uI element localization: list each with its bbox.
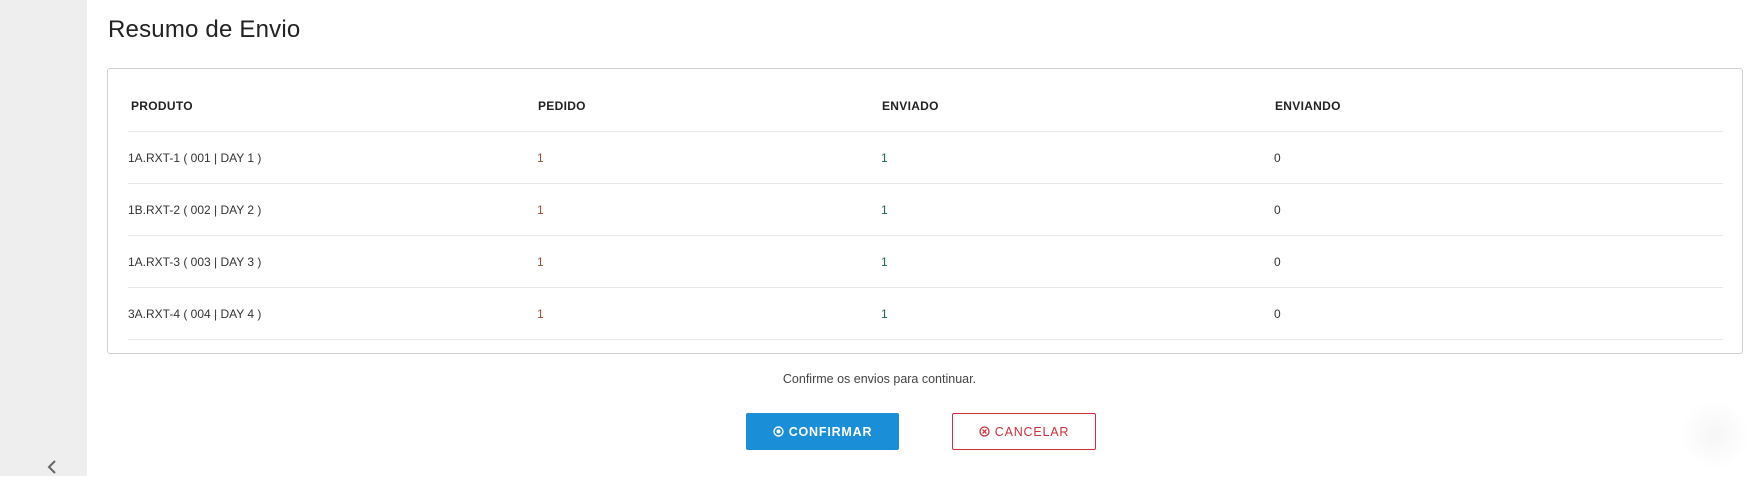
confirm-button-label: CONFIRMAR [788,424,873,439]
cell-enviado: 1 [881,150,888,165]
confirm-hint-text: Confirme os envios para continuar. [782,372,977,386]
cell-enviando: 0 [1274,306,1281,321]
column-header-enviado: ENVIADO [882,99,939,113]
cancel-button[interactable]: CANCELAR [952,413,1096,450]
floating-action-shadow [1680,400,1750,470]
cell-enviando: 0 [1274,150,1281,165]
table-row: 3A.RXT-4 ( 004 | DAY 4 ) 1 1 0 [128,288,1723,340]
cell-enviando: 0 [1274,202,1281,217]
cell-pedido: 1 [537,202,544,217]
cell-produto: 1A.RXT-1 ( 001 | DAY 1 ) [128,150,262,165]
cell-enviado: 1 [881,254,888,269]
cell-enviando: 0 [1274,254,1281,269]
cell-pedido: 1 [537,306,544,321]
page-title: Resumo de Envio [108,16,301,43]
shipping-summary-card: PRODUTO PEDIDO ENVIADO ENVIANDO 1A.RXT-1… [107,68,1743,354]
cancel-button-label: CANCELAR [994,424,1070,439]
table-row: 1A.RXT-3 ( 003 | DAY 3 ) 1 1 0 [128,236,1723,288]
table-row: 1A.RXT-1 ( 001 | DAY 1 ) 1 1 0 [128,132,1723,184]
cell-produto: 3A.RXT-4 ( 004 | DAY 4 ) [128,306,262,321]
table-row: 1B.RXT-2 ( 002 | DAY 2 ) 1 1 0 [128,184,1723,236]
cell-produto: 1B.RXT-2 ( 002 | DAY 2 ) [128,202,262,217]
confirm-button[interactable]: CONFIRMAR [746,413,899,450]
column-header-produto: PRODUTO [131,99,193,113]
column-header-enviando: ENVIANDO [1275,99,1341,113]
shipping-table: PRODUTO PEDIDO ENVIADO ENVIANDO 1A.RXT-1… [128,69,1723,340]
cell-enviado: 1 [881,306,888,321]
circle-check-icon [773,426,784,437]
column-header-pedido: PEDIDO [538,99,586,113]
cell-pedido: 1 [537,254,544,269]
cell-produto: 1A.RXT-3 ( 003 | DAY 3 ) [128,254,262,269]
chevron-left-icon[interactable] [43,458,61,476]
cell-enviado: 1 [881,202,888,217]
sidebar [0,0,87,476]
table-header-row: PRODUTO PEDIDO ENVIADO ENVIANDO [128,69,1723,132]
cell-pedido: 1 [537,150,544,165]
circle-x-icon [979,426,990,437]
